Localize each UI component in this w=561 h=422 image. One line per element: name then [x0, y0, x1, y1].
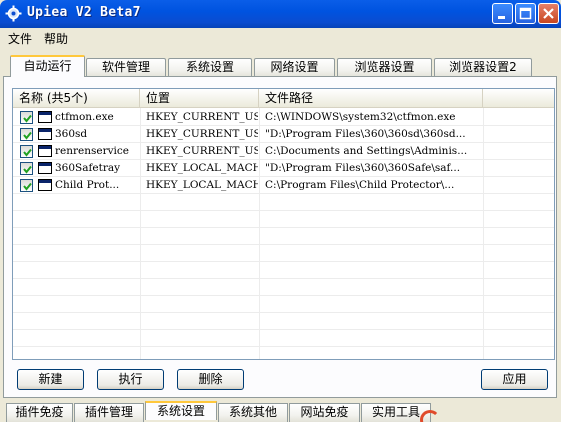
row-path: "D:\Program Files\360\360sd\360sd... [265, 128, 466, 140]
list-header: 名称 (共5个) 位置 文件路径 [13, 89, 554, 108]
column-header-name[interactable]: 名称 (共5个) [13, 89, 140, 108]
row-name: 360Safetray [55, 162, 121, 174]
empty-row [13, 262, 554, 279]
menu-file[interactable]: 文件 [8, 30, 32, 47]
tab-plugin-immunity[interactable]: 插件免疫 [6, 403, 73, 422]
minimize-icon [498, 16, 505, 19]
tab-system-other[interactable]: 系统其他 [218, 403, 288, 422]
row-name: Child Prot... [55, 179, 120, 191]
row-path: C:\Program Files\Child Protector\... [265, 179, 455, 191]
row-path: C:\Documents and Settings\Adminis... [265, 145, 468, 157]
autorun-list[interactable]: 名称 (共5个) 位置 文件路径 ctfmon.exe HKEY_CURRENT… [12, 88, 555, 360]
empty-row [13, 194, 554, 211]
top-tab-strip: 自动运行 软件管理 系统设置 网络设置 浏览器设置 浏览器设置2 [0, 55, 561, 77]
row-location: HKEY_LOCAL_MACHINE [146, 179, 258, 191]
row-checkbox[interactable] [20, 162, 33, 175]
row-location: HKEY_LOCAL_MACHINE [146, 162, 258, 174]
checkmark-icon [23, 182, 32, 191]
row-name: renrenservice [55, 145, 129, 157]
maximize-icon [519, 7, 532, 20]
maximize-button[interactable] [515, 3, 536, 24]
app-window-icon [38, 111, 52, 123]
row-name: 360sd [55, 128, 88, 140]
app-window-icon [38, 179, 52, 191]
tab-website-immunity[interactable]: 网站免疫 [289, 403, 360, 422]
tab-software-management[interactable]: 软件管理 [86, 58, 166, 77]
empty-row [13, 313, 554, 330]
column-header-path[interactable]: 文件路径 [259, 89, 483, 108]
empty-row [13, 330, 554, 347]
row-path: "D:\Program Files\360\360Safe\saf... [265, 162, 461, 174]
autorun-panel: 名称 (共5个) 位置 文件路径 ctfmon.exe HKEY_CURRENT… [3, 76, 557, 398]
bottom-tab-strip: 插件免疫 插件管理 系统设置 系统其他 网站免疫 实用工具 [0, 400, 561, 422]
apply-button[interactable]: 应用 [481, 369, 548, 390]
app-window-icon [38, 162, 52, 174]
empty-row [13, 296, 554, 313]
row-checkbox[interactable] [20, 145, 33, 158]
list-rows: ctfmon.exe HKEY_CURRENT_USER C:\WINDOWS\… [13, 109, 554, 359]
close-button[interactable] [538, 3, 559, 24]
list-row[interactable]: ctfmon.exe HKEY_CURRENT_USER C:\WINDOWS\… [13, 109, 554, 126]
row-checkbox[interactable] [20, 128, 33, 141]
window-title: Upiea V2 Beta7 [27, 5, 141, 20]
new-button[interactable]: 新建 [17, 369, 84, 390]
list-row[interactable]: 360sd HKEY_CURRENT_USER "D:\Program File… [13, 126, 554, 143]
empty-row [13, 211, 554, 228]
list-row[interactable]: renrenservice HKEY_CURRENT_USER C:\Docum… [13, 143, 554, 160]
empty-row [13, 347, 554, 359]
app-window-icon [38, 128, 52, 140]
checkmark-icon [23, 114, 32, 123]
menu-bar: 文件 帮助 [0, 28, 561, 47]
row-name: ctfmon.exe [55, 111, 114, 123]
row-location: HKEY_CURRENT_USER [146, 145, 258, 157]
app-window-icon [38, 145, 52, 157]
checkmark-icon [23, 148, 32, 157]
menu-help[interactable]: 帮助 [44, 30, 68, 47]
list-row[interactable]: 360Safetray HKEY_LOCAL_MACHINE "D:\Progr… [13, 160, 554, 177]
row-location: HKEY_CURRENT_USER [146, 111, 258, 123]
row-location: HKEY_CURRENT_USER [146, 128, 258, 140]
empty-row [13, 245, 554, 262]
tab-system-settings[interactable]: 系统设置 [168, 58, 252, 77]
app-gear-icon [5, 5, 22, 22]
row-path: C:\WINDOWS\system32\ctfmon.exe [265, 111, 456, 123]
empty-row [13, 228, 554, 245]
delete-button[interactable]: 删除 [177, 369, 244, 390]
column-header-location[interactable]: 位置 [140, 89, 259, 108]
list-row[interactable]: Child Prot... HKEY_LOCAL_MACHINE C:\Prog… [13, 177, 554, 194]
checkmark-icon [23, 131, 32, 140]
checkmark-icon [23, 165, 32, 174]
tab-network-settings[interactable]: 网络设置 [254, 58, 335, 77]
minimize-button[interactable] [492, 3, 513, 24]
run-button[interactable]: 执行 [97, 369, 164, 390]
row-checkbox[interactable] [20, 111, 33, 124]
row-checkbox[interactable] [20, 179, 33, 192]
tab-plugin-management[interactable]: 插件管理 [74, 403, 144, 422]
close-icon [543, 8, 554, 19]
tab-autorun[interactable]: 自动运行 [10, 55, 85, 77]
title-bar[interactable]: Upiea V2 Beta7 [0, 0, 561, 28]
empty-row [13, 279, 554, 296]
tab-bottom-system-settings[interactable]: 系统设置 [145, 401, 217, 420]
tab-browser-settings[interactable]: 浏览器设置 [337, 58, 432, 77]
tab-browser-settings-2[interactable]: 浏览器设置2 [434, 58, 532, 77]
